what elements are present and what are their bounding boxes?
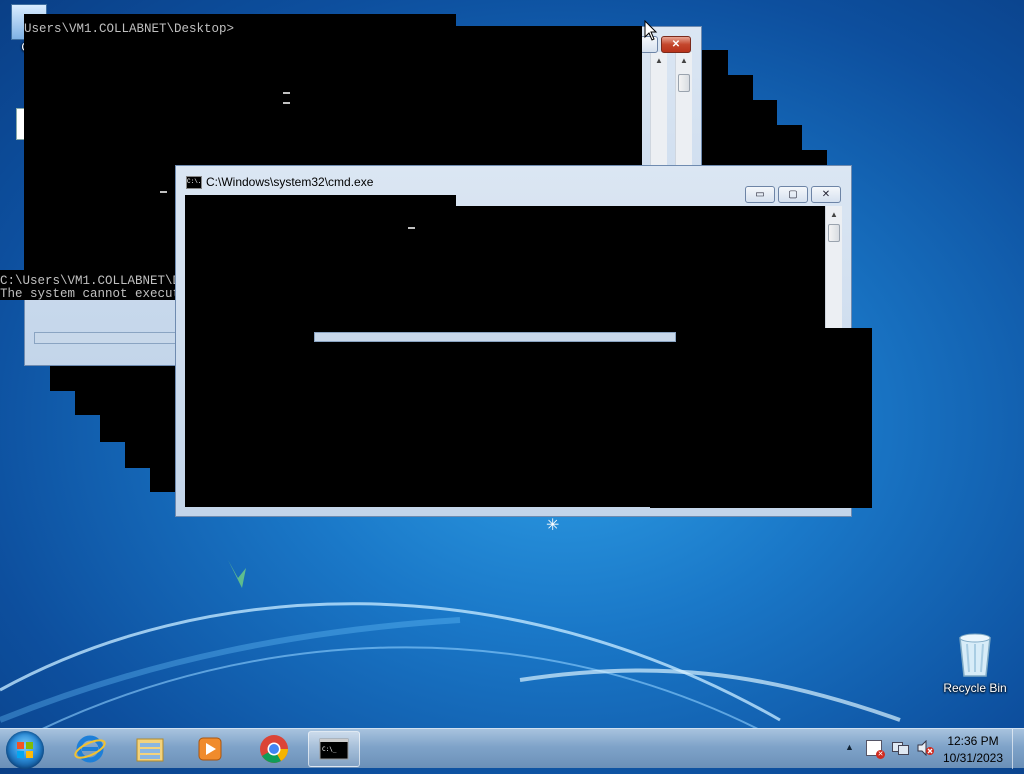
console-cursor (408, 227, 415, 229)
taskbar-windows-media-player[interactable] (184, 731, 236, 767)
console-artifact (125, 440, 176, 468)
scroll-up-arrow-icon[interactable]: ▲ (677, 54, 691, 68)
action-center-icon[interactable]: ✕ (866, 740, 885, 759)
console-artifact (100, 414, 176, 442)
mouse-cursor-icon (644, 20, 658, 41)
scroll-up-arrow-icon[interactable]: ▲ (652, 54, 666, 68)
recycle-bin-label: Recycle Bin (943, 681, 1007, 695)
back-console-output (24, 26, 642, 176)
cmd-title-icon: C:\. (186, 176, 202, 189)
windows-logo-icon (17, 742, 33, 758)
console-cursor (283, 102, 290, 104)
close-button[interactable]: ✕ (811, 186, 841, 203)
taskbar-windows-explorer[interactable] (124, 731, 176, 767)
media-player-icon (198, 737, 222, 761)
command-prompt-icon: C:\_ (319, 738, 349, 760)
back-console-prompt: Users\VM1.COLLABNET\Desktop> (24, 22, 235, 36)
volume-muted-icon[interactable] (916, 739, 934, 757)
console-cursor (283, 92, 290, 94)
maximize-button[interactable]: ▢ (778, 186, 808, 203)
busy-cursor-icon: ✳ (546, 517, 560, 534)
back-window-bottom-edge (34, 332, 178, 344)
render-artifact-bar (314, 332, 676, 342)
network-icon[interactable] (892, 740, 909, 755)
taskbar-internet-explorer[interactable] (64, 731, 116, 767)
taskbar: C:\_ ▲ ✕ 12:36 PM 10/31/2023 (0, 728, 1024, 769)
error-x-icon: ✕ (876, 750, 885, 759)
minimize-button[interactable]: ▭ (745, 186, 775, 203)
cmd-vertical-scrollbar[interactable]: ▲ (825, 206, 842, 328)
console-artifact (650, 328, 872, 508)
scrollbar-thumb[interactable] (678, 74, 690, 92)
cmd-window-title: C:\Windows\system32\cmd.exe (206, 175, 374, 189)
taskbar-google-chrome[interactable] (248, 731, 300, 767)
start-button[interactable] (6, 731, 44, 769)
clock-date[interactable]: 10/31/2023 (938, 751, 1008, 765)
console-artifact (150, 466, 176, 492)
internet-explorer-icon (74, 735, 106, 763)
show-hidden-icons-button[interactable]: ▲ (845, 742, 854, 752)
scrollbar-thumb[interactable] (828, 224, 840, 242)
console-artifact (50, 366, 176, 391)
back-window-close-button[interactable]: ✕ (661, 36, 691, 53)
scroll-up-arrow-icon[interactable]: ▲ (827, 208, 841, 222)
console-cursor (160, 191, 167, 193)
svg-text:C:\_: C:\_ (322, 746, 337, 753)
recycle-bin-icon (959, 633, 991, 677)
chrome-icon (260, 735, 288, 763)
desktop-icon-recycle-bin[interactable]: Recycle Bin (940, 630, 1010, 695)
show-desktop-button[interactable] (1012, 729, 1024, 769)
clock-time[interactable]: 12:36 PM (938, 734, 1008, 748)
folder-icon (136, 738, 164, 762)
taskbar-command-prompt[interactable]: C:\_ (308, 731, 360, 767)
console-artifact (75, 390, 176, 415)
desktop-wallpaper-swirl (0, 560, 901, 730)
